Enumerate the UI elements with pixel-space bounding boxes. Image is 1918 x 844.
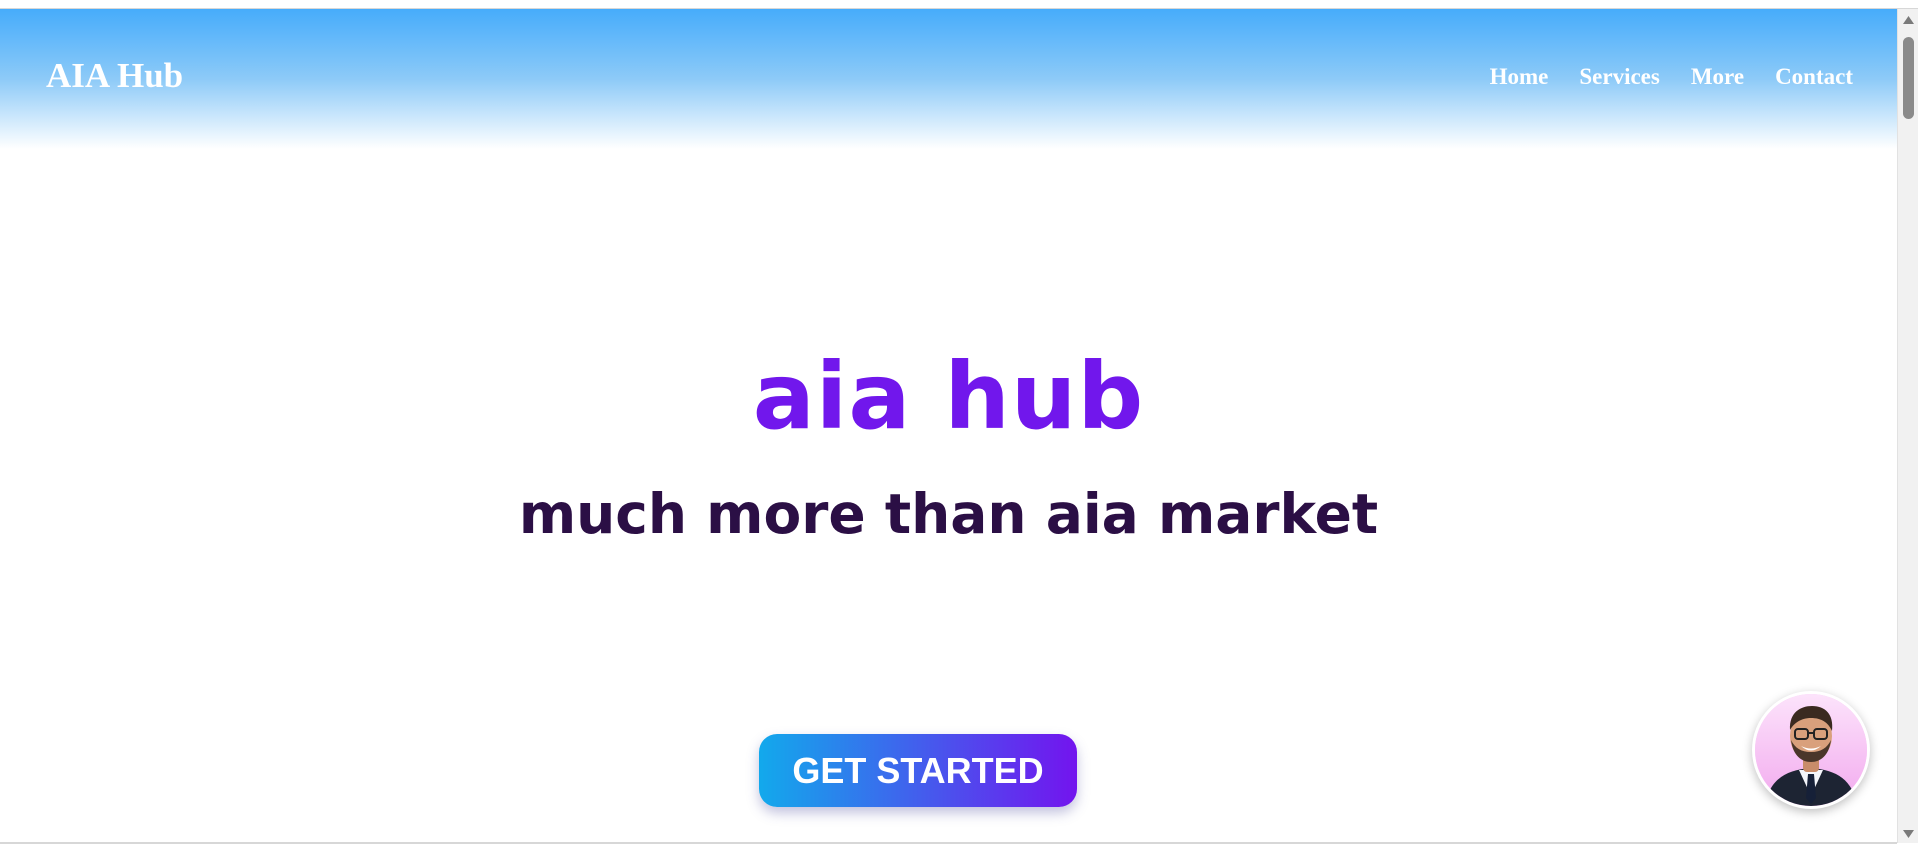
page: AIA Hub Home Services More Contact aia h… xyxy=(0,9,1897,843)
triangle-down-icon xyxy=(1903,830,1914,838)
site-brand[interactable]: AIA Hub xyxy=(46,58,183,93)
window-top-edge xyxy=(0,0,1918,9)
nav-link-more[interactable]: More xyxy=(1691,65,1744,88)
site-header: AIA Hub Home Services More Contact xyxy=(0,9,1897,149)
nav-link-services[interactable]: Services xyxy=(1579,65,1659,88)
nav-link-contact[interactable]: Contact xyxy=(1775,65,1853,88)
browser-viewport: AIA Hub Home Services More Contact aia h… xyxy=(0,0,1918,844)
hero-title: aia hub xyxy=(752,343,1145,450)
main-nav: Home Services More Contact xyxy=(1490,65,1853,88)
triangle-up-icon xyxy=(1903,16,1914,24)
nav-link-home[interactable]: Home xyxy=(1490,65,1549,88)
scroll-down-button[interactable] xyxy=(1898,827,1918,841)
scroll-up-button[interactable] xyxy=(1898,13,1918,27)
hero-subtitle: much more than aia market xyxy=(518,482,1379,546)
vertical-scrollbar[interactable] xyxy=(1897,9,1918,843)
person-avatar-icon xyxy=(1755,694,1867,806)
get-started-button[interactable]: GET STARTED xyxy=(759,734,1077,807)
scrollbar-thumb[interactable] xyxy=(1903,37,1914,119)
chat-avatar-button[interactable] xyxy=(1752,691,1870,809)
